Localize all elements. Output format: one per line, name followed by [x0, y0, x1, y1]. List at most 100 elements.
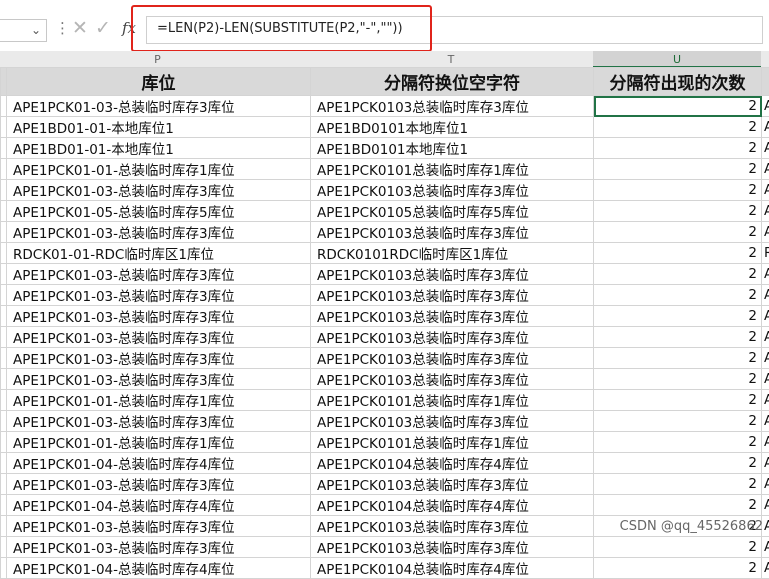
cell-separator-count[interactable]: 2: [594, 495, 762, 516]
cell-separator-count[interactable]: 2: [594, 537, 762, 558]
cell-location[interactable]: APE1PCK01-03-总装临时库存3库位: [7, 474, 311, 495]
cell-separator-count[interactable]: 2: [594, 243, 762, 264]
cell-next-column[interactable]: A: [762, 222, 769, 243]
more-options-icon[interactable]: ⋮: [55, 19, 70, 37]
cell-replaced-text[interactable]: APE1PCK0105总装临时库存5库位: [311, 201, 594, 222]
cell-separator-count[interactable]: 2: [594, 390, 762, 411]
cell-next-column[interactable]: A: [762, 117, 769, 138]
column-letter-t[interactable]: T: [310, 51, 592, 67]
cell-location[interactable]: APE1PCK01-01-总装临时库存1库位: [7, 159, 311, 180]
cell-next-column[interactable]: A: [762, 180, 769, 201]
cell-location[interactable]: APE1PCK01-03-总装临时库存3库位: [7, 516, 311, 537]
cell-replaced-text[interactable]: APE1PCK0103总装临时库存3库位: [311, 516, 594, 537]
cell-replaced-text[interactable]: APE1PCK0103总装临时库存3库位: [311, 264, 594, 285]
cell-replaced-text[interactable]: APE1PCK0103总装临时库存3库位: [311, 474, 594, 495]
cell-replaced-text[interactable]: APE1PCK0103总装临时库存3库位: [311, 96, 594, 117]
cell-separator-count[interactable]: 2: [594, 474, 762, 495]
cell-location[interactable]: APE1PCK01-03-总装临时库存3库位: [7, 285, 311, 306]
cell-next-column[interactable]: A: [762, 411, 769, 432]
cell-separator-count[interactable]: 2: [594, 306, 762, 327]
cell-location[interactable]: APE1PCK01-03-总装临时库存3库位: [7, 369, 311, 390]
cell-next-column[interactable]: A: [762, 201, 769, 222]
cell-separator-count[interactable]: 2: [594, 453, 762, 474]
cell-next-column[interactable]: A: [762, 558, 769, 579]
cell-location[interactable]: APE1PCK01-05-总装临时库存5库位: [7, 201, 311, 222]
check-icon[interactable]: ✓: [95, 17, 111, 39]
cell-separator-count[interactable]: 2: [594, 117, 762, 138]
cell-replaced-text[interactable]: APE1PCK0104总装临时库存4库位: [311, 495, 594, 516]
cell-separator-count[interactable]: 2: [594, 138, 762, 159]
x-icon[interactable]: ✕: [72, 17, 88, 39]
cell-next-column[interactable]: A: [762, 495, 769, 516]
cell-replaced-text[interactable]: APE1BD0101本地库位1: [311, 117, 594, 138]
cell-location[interactable]: APE1PCK01-03-总装临时库存3库位: [7, 306, 311, 327]
cell-separator-count[interactable]: 2: [594, 327, 762, 348]
cell-next-column[interactable]: A: [762, 327, 769, 348]
cell-next-column[interactable]: A: [762, 138, 769, 159]
cell-separator-count[interactable]: 2: [594, 285, 762, 306]
cell-separator-count[interactable]: 2: [594, 222, 762, 243]
column-letter-p[interactable]: P: [6, 51, 309, 67]
cell-replaced-text[interactable]: APE1PCK0103总装临时库存3库位: [311, 285, 594, 306]
cell-location[interactable]: APE1PCK01-04-总装临时库存4库位: [7, 558, 311, 579]
cell-location[interactable]: APE1PCK01-04-总装临时库存4库位: [7, 453, 311, 474]
cell-replaced-text[interactable]: APE1PCK0103总装临时库存3库位: [311, 327, 594, 348]
cell-separator-count[interactable]: 2: [594, 432, 762, 453]
cell-replaced-text[interactable]: APE1BD0101本地库位1: [311, 138, 594, 159]
cell-location[interactable]: APE1PCK01-03-总装临时库存3库位: [7, 264, 311, 285]
cell-separator-count[interactable]: 2: [594, 264, 762, 285]
cell-replaced-text[interactable]: APE1PCK0103总装临时库存3库位: [311, 222, 594, 243]
name-box[interactable]: ⌄: [0, 19, 47, 42]
cell-next-column[interactable]: A: [762, 537, 769, 558]
cell-location[interactable]: APE1PCK01-03-总装临时库存3库位: [7, 411, 311, 432]
cell-separator-count[interactable]: 2: [594, 180, 762, 201]
cell-next-column[interactable]: A: [762, 96, 769, 117]
cell-location[interactable]: RDCK01-01-RDC临时库区1库位: [7, 243, 311, 264]
cell-next-column[interactable]: A: [762, 348, 769, 369]
cell-next-column[interactable]: A: [762, 432, 769, 453]
cell-next-column[interactable]: A: [762, 159, 769, 180]
cell-next-column[interactable]: A: [762, 453, 769, 474]
cell-replaced-text[interactable]: APE1PCK0103总装临时库存3库位: [311, 537, 594, 558]
cell-separator-count[interactable]: 2: [594, 558, 762, 579]
cell-location[interactable]: APE1PCK01-01-总装临时库存1库位: [7, 432, 311, 453]
cell-separator-count[interactable]: 2: [594, 411, 762, 432]
cell-replaced-text[interactable]: APE1PCK0103总装临时库存3库位: [311, 411, 594, 432]
cell-location[interactable]: APE1PCK01-03-总装临时库存3库位: [7, 96, 311, 117]
cell-next-column[interactable]: A: [762, 390, 769, 411]
cell-location[interactable]: APE1BD01-01-本地库位1: [7, 117, 311, 138]
cell-location[interactable]: APE1BD01-01-本地库位1: [7, 138, 311, 159]
cell-location[interactable]: APE1PCK01-03-总装临时库存3库位: [7, 327, 311, 348]
cell-replaced-text[interactable]: APE1PCK0101总装临时库存1库位: [311, 390, 594, 411]
cell-next-column[interactable]: A: [762, 264, 769, 285]
cell-location[interactable]: APE1PCK01-04-总装临时库存4库位: [7, 495, 311, 516]
cell-separator-count[interactable]: 2: [594, 201, 762, 222]
cell-replaced-text[interactable]: APE1PCK0101总装临时库存1库位: [311, 159, 594, 180]
header-cell-next[interactable]: [762, 68, 769, 96]
header-cell-separator-replaced[interactable]: 分隔符换位空字符: [311, 68, 594, 96]
cell-replaced-text[interactable]: APE1PCK0101总装临时库存1库位: [311, 432, 594, 453]
cell-next-column[interactable]: A: [762, 369, 769, 390]
chevron-down-icon[interactable]: ⌄: [31, 23, 41, 37]
header-cell-kuwei[interactable]: 库位: [7, 68, 311, 96]
cell-replaced-text[interactable]: APE1PCK0103总装临时库存3库位: [311, 180, 594, 201]
header-cell-separator-count[interactable]: 分隔符出现的次数: [594, 68, 762, 96]
cell-replaced-text[interactable]: APE1PCK0103总装临时库存3库位: [311, 348, 594, 369]
cell-location[interactable]: APE1PCK01-01-总装临时库存1库位: [7, 390, 311, 411]
cell-next-column[interactable]: A: [762, 306, 769, 327]
cell-location[interactable]: APE1PCK01-03-总装临时库存3库位: [7, 180, 311, 201]
cell-separator-count[interactable]: 2: [594, 369, 762, 390]
cell-next-column[interactable]: A: [762, 285, 769, 306]
cell-separator-count[interactable]: 2: [594, 159, 762, 180]
cell-next-column[interactable]: A: [762, 474, 769, 495]
cell-location[interactable]: APE1PCK01-03-总装临时库存3库位: [7, 537, 311, 558]
cell-replaced-text[interactable]: APE1PCK0104总装临时库存4库位: [311, 558, 594, 579]
cell-next-column[interactable]: R: [762, 243, 769, 264]
cell-replaced-text[interactable]: APE1PCK0103总装临时库存3库位: [311, 306, 594, 327]
cell-location[interactable]: APE1PCK01-03-总装临时库存3库位: [7, 222, 311, 243]
cell-replaced-text[interactable]: APE1PCK0104总装临时库存4库位: [311, 453, 594, 474]
cell-location[interactable]: APE1PCK01-03-总装临时库存3库位: [7, 348, 311, 369]
cell-replaced-text[interactable]: APE1PCK0103总装临时库存3库位: [311, 369, 594, 390]
cell-separator-count[interactable]: 2: [594, 96, 762, 117]
cell-replaced-text[interactable]: RDCK0101RDC临时库区1库位: [311, 243, 594, 264]
